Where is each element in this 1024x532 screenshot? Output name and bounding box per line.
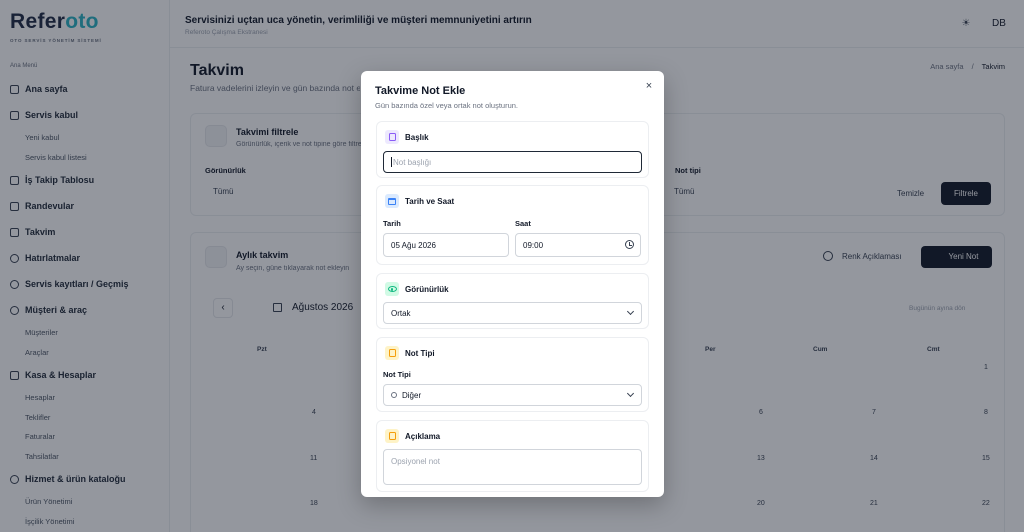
note-icon — [385, 346, 399, 360]
clock-icon[interactable] — [625, 240, 634, 249]
calendar-icon-glyph — [388, 197, 396, 205]
note-icon — [385, 429, 399, 443]
note-type-section: Not Tipi Not Tipi Diğer — [376, 337, 649, 412]
visibility-select[interactable]: Ortak — [383, 302, 642, 324]
document-icon — [385, 130, 399, 144]
description-section: Açıklama Opsiyonel not — [376, 420, 649, 492]
note-type-value: Diğer — [402, 390, 422, 400]
close-icon[interactable]: × — [643, 79, 655, 93]
text-caret — [391, 157, 392, 167]
add-note-modal: Takvime Not Ekle Gün bazında özel veya o… — [361, 71, 664, 497]
modal-title: Takvime Not Ekle — [375, 85, 466, 97]
note-type-section-heading: Not Tipi — [405, 349, 435, 358]
time-input[interactable]: 09:00 — [515, 233, 641, 257]
visibility-section: Görünürlük Ortak — [376, 273, 649, 329]
document-icon-glyph — [388, 133, 396, 141]
description-section-heading: Açıklama — [405, 432, 441, 441]
note-title-placeholder: Not başlığı — [393, 157, 432, 167]
note-type-select[interactable]: Diğer — [383, 384, 642, 406]
description-textarea[interactable]: Opsiyonel not — [383, 449, 642, 485]
note-title-input[interactable]: Not başlığı — [383, 151, 642, 173]
title-section: Başlık Not başlığı — [376, 121, 649, 178]
eye-icon — [385, 282, 399, 296]
date-value: 05 Ağu 2026 — [391, 240, 436, 250]
modal-subtitle: Gün bazında özel veya ortak not oluşturu… — [375, 101, 519, 110]
visibility-value: Ortak — [391, 308, 411, 318]
time-value: 09:00 — [523, 240, 544, 250]
calendar-icon — [385, 194, 399, 208]
datetime-section: Tarih ve Saat Tarih 05 Ağu 2026 Saat 09:… — [376, 185, 649, 265]
eye-icon-glyph — [387, 286, 397, 292]
date-input[interactable]: 05 Ağu 2026 — [383, 233, 509, 257]
date-label: Tarih — [383, 219, 401, 228]
note-icon-glyph — [388, 432, 396, 440]
chevron-down-icon — [626, 307, 635, 316]
datetime-section-heading: Tarih ve Saat — [405, 197, 455, 206]
note-icon-glyph — [388, 349, 396, 357]
note-type-label: Not Tipi — [383, 370, 411, 379]
circle-icon — [391, 392, 397, 398]
title-section-heading: Başlık — [405, 133, 429, 142]
chevron-down-icon — [626, 389, 635, 398]
time-label: Saat — [515, 219, 531, 228]
visibility-section-heading: Görünürlük — [405, 285, 449, 294]
